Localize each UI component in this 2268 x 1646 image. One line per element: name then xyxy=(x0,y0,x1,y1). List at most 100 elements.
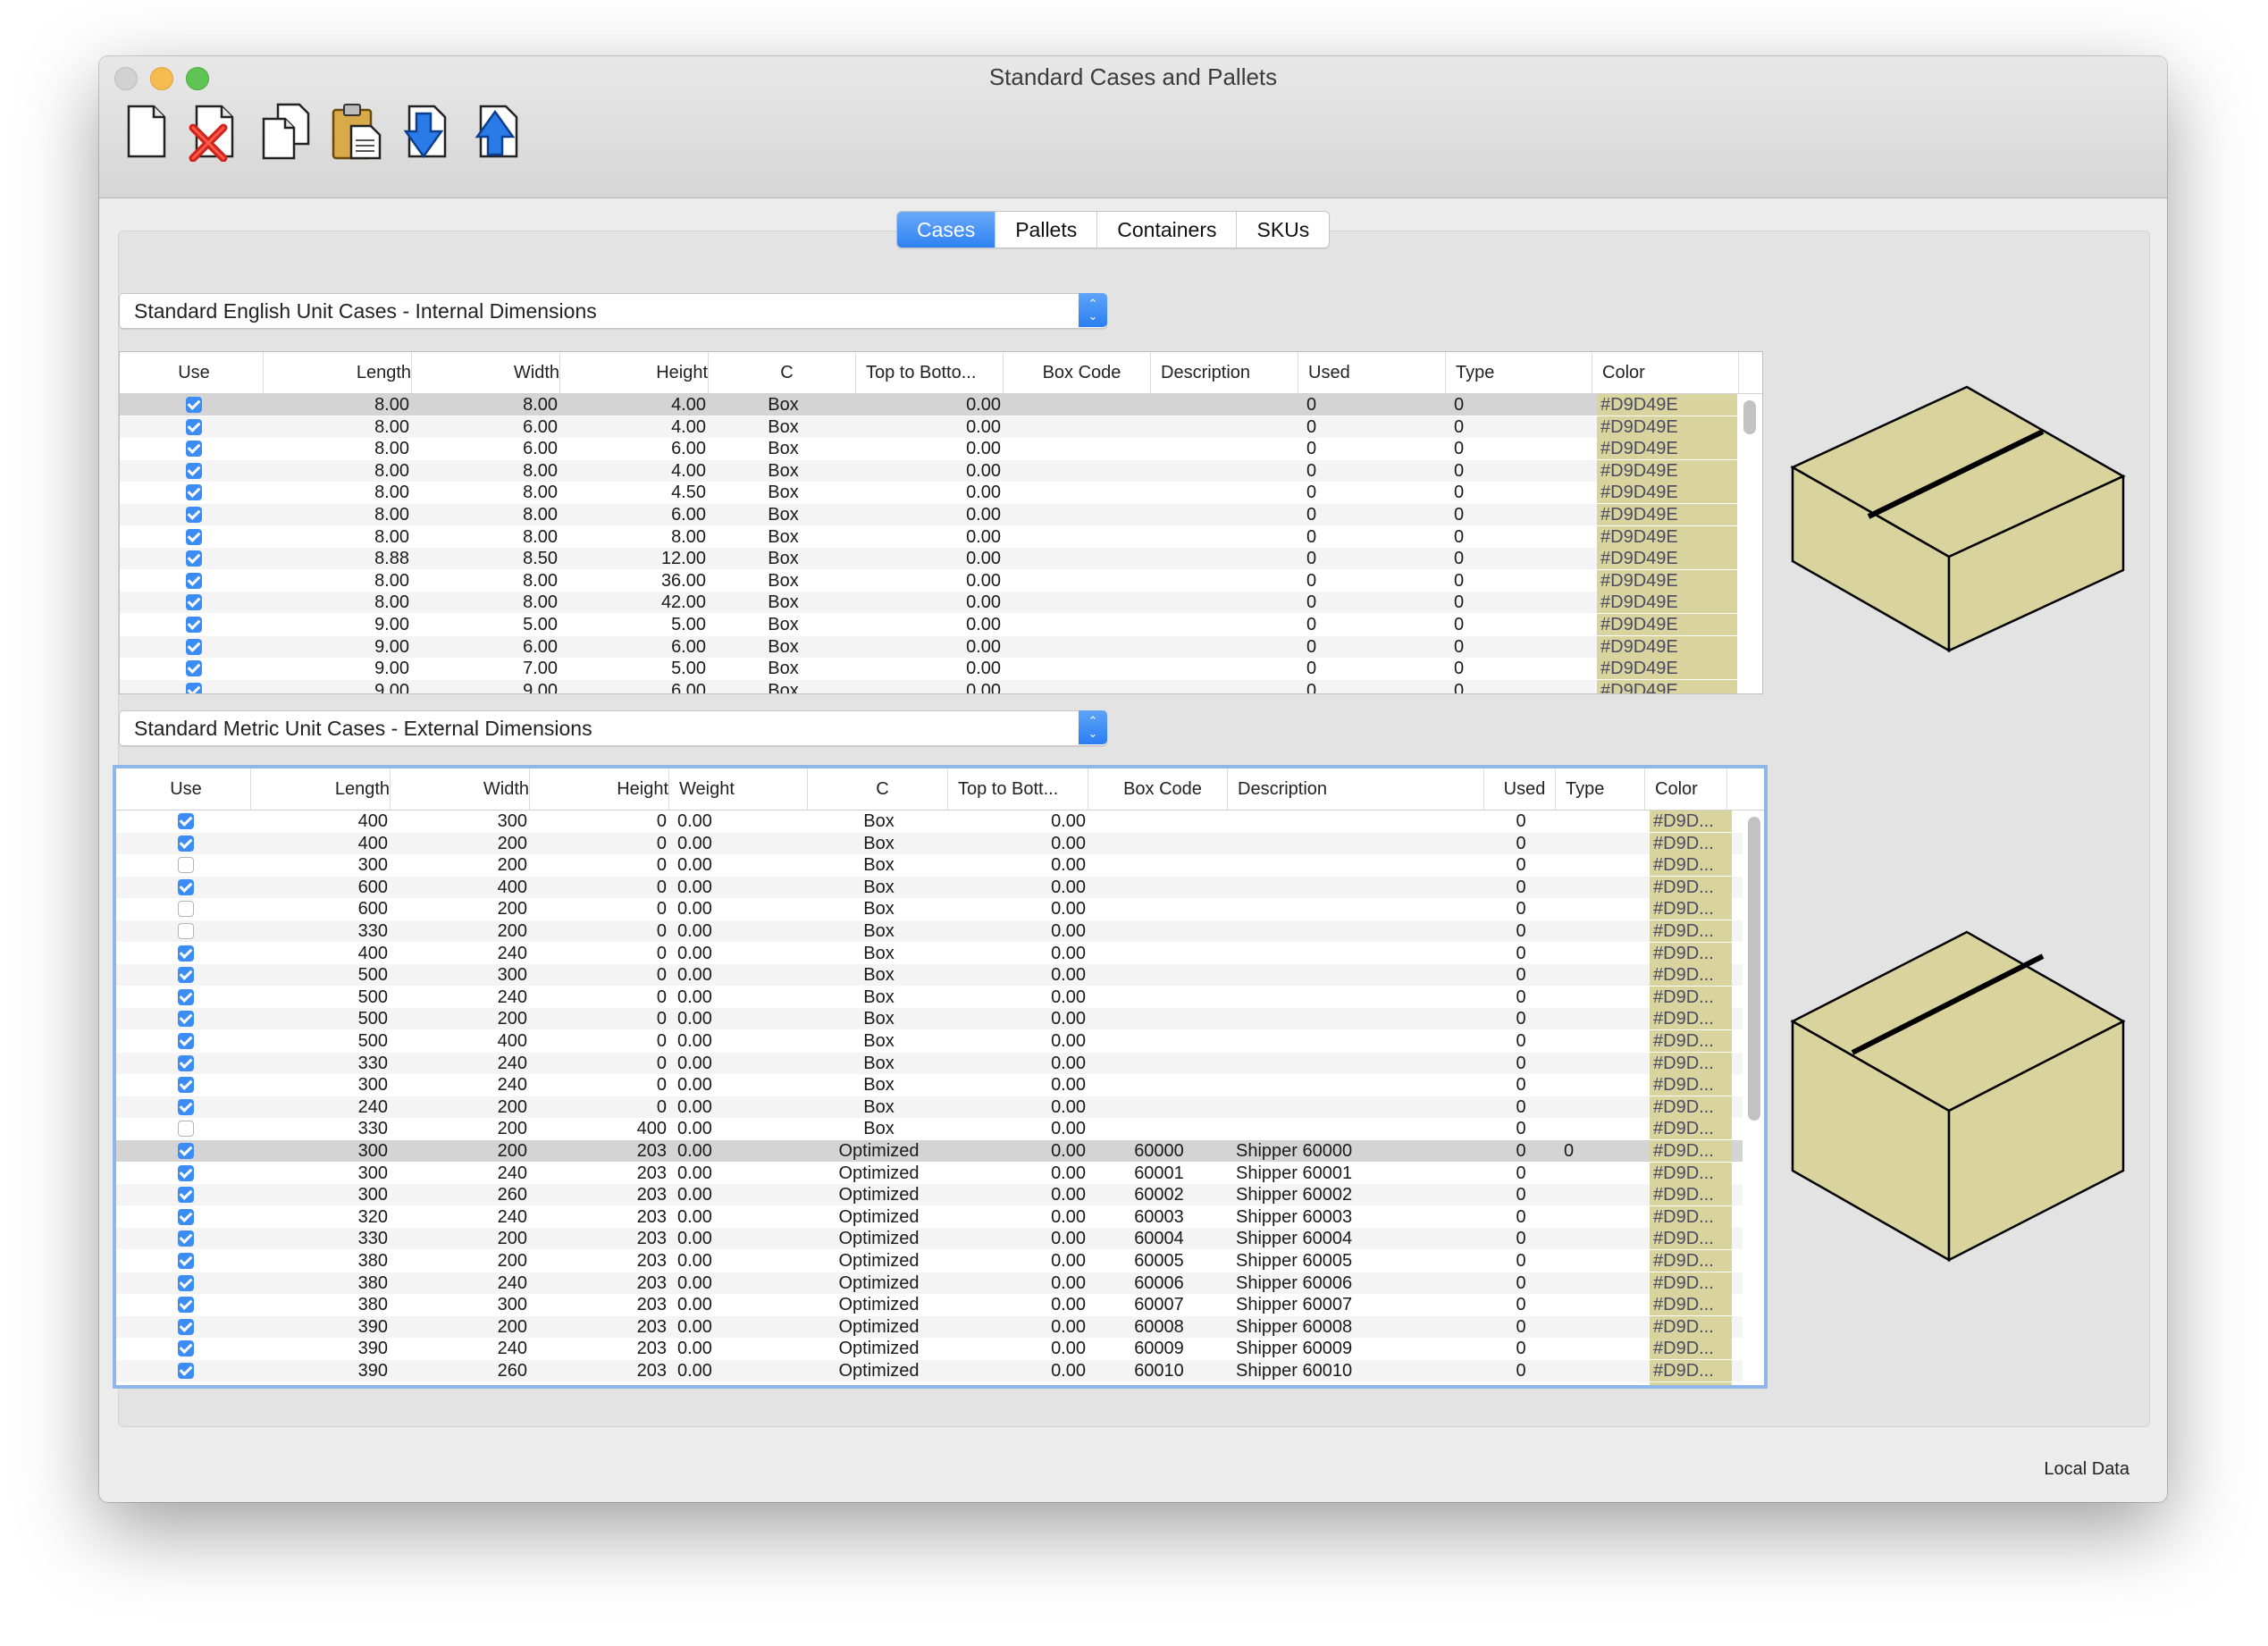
column-header-used[interactable]: Used xyxy=(1303,352,1446,393)
column-header-c[interactable]: C xyxy=(713,352,856,393)
column-header-description[interactable]: Description xyxy=(1232,768,1484,810)
table-row[interactable]: 8.00 8.00 42.00 Box 0.00 0 0 #D9D49E xyxy=(120,592,1737,613)
english-case-set-popup[interactable]: Standard English Unit Cases - Internal D… xyxy=(119,293,1107,329)
paste-icon[interactable] xyxy=(326,101,387,162)
table-row[interactable]: 8.00 8.00 4.50 Box 0.00 0 0 #D9D49E xyxy=(120,482,1737,503)
column-header-type[interactable]: Type xyxy=(1450,352,1592,393)
tab-cases[interactable]: Cases xyxy=(897,212,996,248)
use-checkbox[interactable] xyxy=(178,1230,194,1247)
table-row[interactable]: 380 240 203 0.00 Optimized 0.00 60006 Shipper 6… xyxy=(116,1272,1743,1294)
table-row[interactable]: 240 200 0 0.00 Box 0.00 0 #D9D... xyxy=(116,1096,1743,1118)
use-checkbox[interactable] xyxy=(186,683,202,693)
table-row[interactable]: 380 200 203 0.00 Optimized 0.00 60005 Shipper 6… xyxy=(116,1250,1743,1272)
use-checkbox[interactable] xyxy=(178,1121,194,1137)
table-row[interactable]: 390 260 203 0.00 Optimized 0.00 60010 Shipper 6… xyxy=(116,1360,1743,1381)
table-row[interactable]: 300 260 203 0.00 Optimized 0.00 60002 Shipper 6… xyxy=(116,1184,1743,1205)
use-checkbox[interactable] xyxy=(178,967,194,983)
table-row[interactable]: 330 200 400 0.00 Box 0.00 0 #D9D... xyxy=(116,1118,1743,1139)
use-checkbox[interactable] xyxy=(186,617,202,633)
use-checkbox[interactable] xyxy=(178,813,194,829)
use-checkbox[interactable] xyxy=(186,463,202,479)
use-checkbox[interactable] xyxy=(178,945,194,962)
table-row[interactable]: 8.00 8.00 36.00 Box 0.00 0 0 #D9D49E xyxy=(120,570,1737,592)
use-checkbox[interactable] xyxy=(186,573,202,589)
table-row[interactable]: 390 240 203 0.00 Optimized 0.00 60009 Shipper 6… xyxy=(116,1338,1743,1359)
use-checkbox[interactable] xyxy=(186,529,202,545)
use-checkbox[interactable] xyxy=(186,419,202,435)
column-header-weight[interactable]: Weight xyxy=(674,768,808,810)
table-body[interactable]: 400 300 0 0.00 Box 0.00 0 #D9D... 400 200 0 0.00 Box… xyxy=(116,810,1743,1385)
table-row[interactable]: 8.88 8.50 12.00 Box 0.00 0 0 #D9D49E xyxy=(120,548,1737,569)
table-body[interactable]: 8.00 8.00 4.00 Box 0.00 0 0 #D9D49E 8.00 6.00 4.00… xyxy=(120,394,1737,693)
column-header-top-to-bott[interactable]: Top to Bott... xyxy=(953,768,1088,810)
use-checkbox[interactable] xyxy=(178,1319,194,1335)
metric-case-set-popup[interactable]: Standard Metric Unit Cases - External Di… xyxy=(119,710,1107,746)
use-checkbox[interactable] xyxy=(178,1033,194,1049)
table-row[interactable]: 300 240 203 0.00 Optimized 0.00 60001 Shipper 6… xyxy=(116,1163,1743,1184)
table-row[interactable]: 300 200 203 0.00 Optimized 0.00 60000 Shipper 6… xyxy=(116,1140,1743,1162)
tab-pallets[interactable]: Pallets xyxy=(995,212,1098,248)
column-header-height[interactable]: Height xyxy=(565,352,709,393)
use-checkbox[interactable] xyxy=(186,594,202,610)
use-checkbox[interactable] xyxy=(178,836,194,852)
use-checkbox[interactable] xyxy=(178,1055,194,1071)
english-cases-table[interactable]: Use Length Width Height C Top to Botto... Box … xyxy=(119,351,1763,694)
use-checkbox[interactable] xyxy=(178,1165,194,1181)
use-checkbox[interactable] xyxy=(178,857,194,873)
table-row[interactable]: 9.00 9.00 6.00 Box 0.00 0 0 #D9D49E xyxy=(120,680,1737,693)
column-header-box-code[interactable]: Box Code xyxy=(1093,768,1228,810)
use-checkbox[interactable] xyxy=(178,901,194,917)
use-checkbox[interactable] xyxy=(178,1077,194,1093)
table-row[interactable]: 9.00 5.00 5.00 Box 0.00 0 0 #D9D49E xyxy=(120,614,1737,635)
column-header-c[interactable]: C xyxy=(812,768,948,810)
table-row[interactable]: 8.00 6.00 4.00 Box 0.00 0 0 #D9D49E xyxy=(120,416,1737,438)
use-checkbox[interactable] xyxy=(186,550,202,567)
column-header-color[interactable]: Color xyxy=(1597,352,1739,393)
column-header-width[interactable]: Width xyxy=(395,768,530,810)
use-checkbox[interactable] xyxy=(178,1363,194,1379)
column-header-use[interactable]: Use xyxy=(120,352,264,393)
column-header-width[interactable]: Width xyxy=(416,352,560,393)
table-row[interactable]: 600 400 0 0.00 Box 0.00 0 #D9D... xyxy=(116,877,1743,898)
table-row[interactable]: 300 200 0 0.00 Box 0.00 0 #D9D... xyxy=(116,854,1743,876)
use-checkbox[interactable] xyxy=(178,1297,194,1313)
column-header-length[interactable]: Length xyxy=(268,352,412,393)
table-row[interactable]: 3903002030.00Optimized0.0060011Shipper 6… xyxy=(116,1382,1743,1385)
column-header-description[interactable]: Description xyxy=(1155,352,1298,393)
use-checkbox[interactable] xyxy=(178,879,194,895)
column-header-used[interactable]: Used xyxy=(1489,768,1556,810)
use-checkbox[interactable] xyxy=(186,397,202,413)
table-row[interactable]: 380 300 203 0.00 Optimized 0.00 60007 Shipper 6… xyxy=(116,1294,1743,1315)
table-row[interactable]: 320 240 203 0.00 Optimized 0.00 60003 Shipper 6… xyxy=(116,1206,1743,1228)
use-checkbox[interactable] xyxy=(178,1209,194,1225)
table-row[interactable]: 8.00 8.00 6.00 Box 0.00 0 0 #D9D49E xyxy=(120,504,1737,525)
use-checkbox[interactable] xyxy=(178,1011,194,1027)
use-checkbox[interactable] xyxy=(186,660,202,676)
column-header-type[interactable]: Type xyxy=(1560,768,1645,810)
table-row[interactable]: 500 240 0 0.00 Box 0.00 0 #D9D... xyxy=(116,987,1743,1008)
use-checkbox[interactable] xyxy=(178,1187,194,1203)
table-row[interactable]: 400 200 0 0.00 Box 0.00 0 #D9D... xyxy=(116,833,1743,854)
column-header-box-code[interactable]: Box Code xyxy=(1008,352,1151,393)
table-row[interactable]: 390 200 203 0.00 Optimized 0.00 60008 Shipper 6… xyxy=(116,1316,1743,1338)
vertical-scrollbar[interactable] xyxy=(1743,400,1756,434)
table-row[interactable]: 330 240 0 0.00 Box 0.00 0 #D9D... xyxy=(116,1053,1743,1074)
table-row[interactable]: 400 300 0 0.00 Box 0.00 0 #D9D... xyxy=(116,810,1743,832)
table-row[interactable]: 330 200 0 0.00 Box 0.00 0 #D9D... xyxy=(116,920,1743,942)
copy-icon[interactable] xyxy=(256,101,317,162)
table-row[interactable]: 300 240 0 0.00 Box 0.00 0 #D9D... xyxy=(116,1074,1743,1096)
use-checkbox[interactable] xyxy=(178,923,194,939)
table-row[interactable]: 9.00 6.00 6.00 Box 0.00 0 0 #D9D49E xyxy=(120,636,1737,658)
table-row[interactable]: 9.00 7.00 5.00 Box 0.00 0 0 #D9D49E xyxy=(120,658,1737,679)
table-row[interactable]: 8.00 8.00 4.00 Box 0.00 0 0 #D9D49E xyxy=(120,394,1737,416)
table-row[interactable]: 330 200 203 0.00 Optimized 0.00 60004 Shipper 6… xyxy=(116,1228,1743,1249)
import-icon[interactable] xyxy=(397,101,458,162)
tab-skus[interactable]: SKUs xyxy=(1237,212,1329,248)
table-row[interactable]: 8.00 8.00 8.00 Box 0.00 0 0 #D9D49E xyxy=(120,526,1737,548)
use-checkbox[interactable] xyxy=(178,1143,194,1159)
table-row[interactable]: 500 200 0 0.00 Box 0.00 0 #D9D... xyxy=(116,1008,1743,1029)
table-row[interactable]: 8.00 6.00 6.00 Box 0.00 0 0 #D9D49E xyxy=(120,438,1737,459)
delete-document-icon[interactable] xyxy=(186,101,247,163)
use-checkbox[interactable] xyxy=(178,1340,194,1356)
export-icon[interactable] xyxy=(468,101,529,162)
